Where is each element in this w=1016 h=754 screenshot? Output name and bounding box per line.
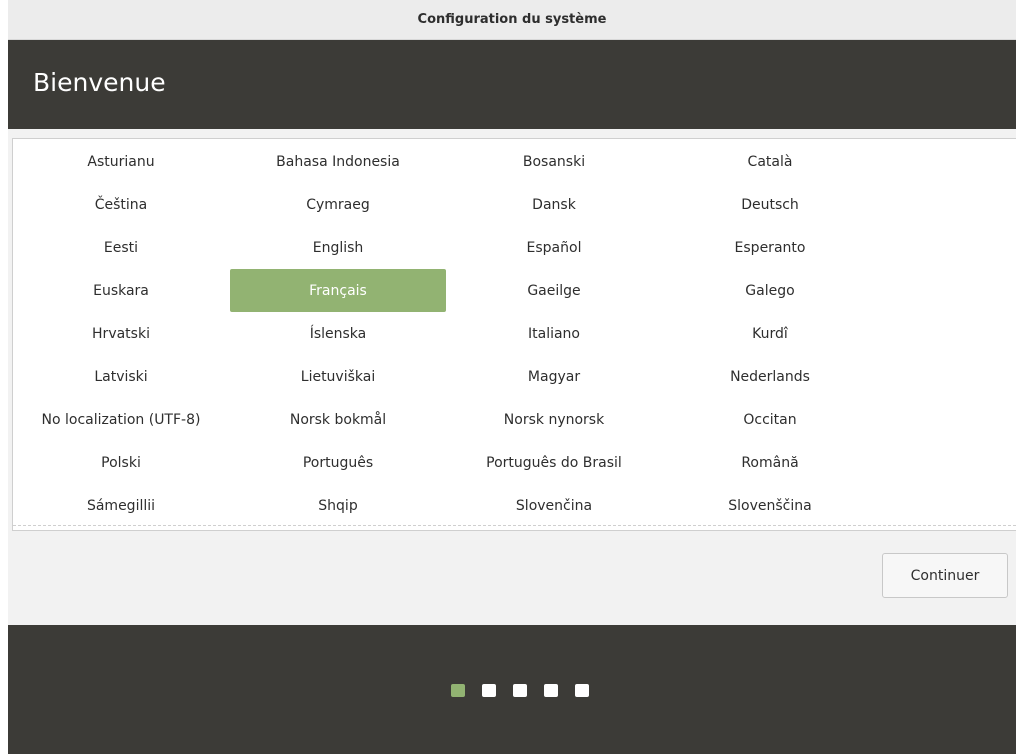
language-item[interactable]: Deutsch	[662, 183, 878, 226]
language-item[interactable]: Norsk bokmål	[230, 398, 446, 441]
step-dot	[451, 684, 465, 697]
language-item[interactable]: Asturianu	[13, 140, 229, 183]
language-item[interactable]: Euskara	[13, 269, 229, 312]
language-item[interactable]: Italiano	[446, 312, 662, 355]
language-item[interactable]: Bahasa Indonesia	[230, 140, 446, 183]
step-indicator	[451, 684, 589, 697]
language-item[interactable]: Hrvatski	[13, 312, 229, 355]
language-item[interactable]: Nederlands	[662, 355, 878, 398]
language-item[interactable]: Gaeilge	[446, 269, 662, 312]
step-dot	[544, 684, 558, 697]
language-item[interactable]: Português	[230, 441, 446, 484]
language-item[interactable]: English	[230, 226, 446, 269]
language-item[interactable]: Esperanto	[662, 226, 878, 269]
step-dot	[482, 684, 496, 697]
footer-bar	[8, 625, 1016, 754]
language-item[interactable]: Galego	[662, 269, 878, 312]
language-item[interactable]: Slovenčina	[446, 484, 662, 527]
step-dot	[513, 684, 527, 697]
language-item[interactable]: Dansk	[446, 183, 662, 226]
language-item[interactable]: Slovenščina	[662, 484, 878, 527]
language-item[interactable]: Íslenska	[230, 312, 446, 355]
page-title: Bienvenue	[33, 68, 166, 97]
window-title: Configuration du système	[417, 12, 607, 27]
language-item[interactable]: Português do Brasil	[446, 441, 662, 484]
language-list[interactable]: Asturianu Bahasa Indonesia Bosanski Català Č…	[12, 138, 1016, 531]
language-item[interactable]: Shqip	[230, 484, 446, 527]
language-item[interactable]: Română	[662, 441, 878, 484]
language-item[interactable]: Español	[446, 226, 662, 269]
language-item[interactable]: Latviski	[13, 355, 229, 398]
continue-button[interactable]: Continuer	[882, 553, 1008, 598]
language-item[interactable]: Kurdî	[662, 312, 878, 355]
step-dot	[575, 684, 589, 697]
language-item[interactable]: Bosanski	[446, 140, 662, 183]
language-item[interactable]: Cymraeg	[230, 183, 446, 226]
page-header: Bienvenue	[8, 40, 1016, 129]
language-item[interactable]: Polski	[13, 441, 229, 484]
language-item[interactable]: Français	[230, 269, 446, 312]
language-item[interactable]: Eesti	[13, 226, 229, 269]
language-item[interactable]: Norsk nynorsk	[446, 398, 662, 441]
language-item[interactable]: Magyar	[446, 355, 662, 398]
language-item[interactable]: Català	[662, 140, 878, 183]
language-item[interactable]: Occitan	[662, 398, 878, 441]
language-item[interactable]: Sámegillii	[13, 484, 229, 527]
language-item[interactable]: Lietuviškai	[230, 355, 446, 398]
language-item[interactable]: No localization (UTF-8)	[13, 398, 229, 441]
language-item[interactable]: Čeština	[13, 183, 229, 226]
window-titlebar: Configuration du système	[8, 0, 1016, 40]
